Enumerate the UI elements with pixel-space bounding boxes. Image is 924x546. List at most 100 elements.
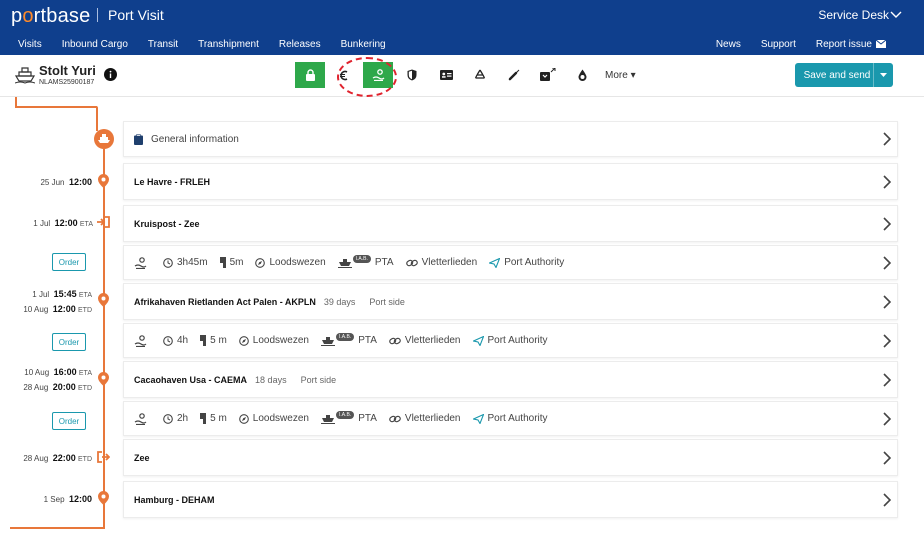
chevron-right-icon[interactable] (883, 450, 891, 465)
tool-dangerous-goods[interactable] (567, 62, 597, 88)
tag-badge: I.A.B. (335, 332, 355, 341)
authority: Port Authority (472, 413, 548, 424)
chevron-right-icon[interactable] (883, 333, 891, 348)
nav-report-issue[interactable]: Report issue (816, 39, 886, 50)
order-button[interactable]: Order (52, 253, 86, 271)
shield-icon (407, 69, 417, 81)
compass-icon (238, 335, 249, 346)
sign-out-icon (97, 451, 110, 463)
cargo-export-icon (540, 68, 556, 81)
stay-duration: 39 days (323, 296, 356, 307)
pilotage-row[interactable]: 4h 5 m Loodswezen I.A.B. PTA Vletterliede… (123, 323, 898, 358)
draught-icon (200, 413, 207, 424)
link-icon (389, 337, 401, 344)
tool-security[interactable] (397, 62, 427, 88)
chevron-right-icon[interactable] (883, 132, 891, 146)
portbase-logo[interactable]: portbase (11, 5, 90, 28)
tug-icon (337, 258, 352, 268)
tool-lock[interactable] (295, 62, 325, 88)
timeline-time: 10 Aug 16:00 ETA (24, 367, 92, 377)
clock-icon (163, 413, 173, 424)
nav-inbound-cargo[interactable]: Inbound Cargo (62, 39, 128, 50)
timeline-time: 1 Jul 15:45 ETA (32, 289, 92, 299)
port-call-title: Kruispost - Zee (134, 218, 200, 229)
port-call-row[interactable]: Hamburg - DEHAM (123, 481, 898, 518)
port-call-row[interactable]: Zee (123, 439, 898, 476)
pilot-icon (134, 334, 147, 347)
berth-side: Port side (300, 374, 337, 385)
vessel-toolbar: Stolt Yuri NLAMS25900187 More ▾ (0, 55, 924, 97)
timeline-spine (103, 149, 105, 529)
pilotage-indicator (134, 412, 151, 425)
utility-nav: News Support Report issue (716, 39, 886, 50)
authority: Port Authority (489, 257, 564, 268)
chevron-right-icon[interactable] (883, 411, 891, 426)
syringe-icon (508, 69, 520, 81)
port-call-row[interactable]: Le Havre - FRLEH (123, 163, 898, 200)
nav-transit[interactable]: Transit (148, 39, 178, 50)
draught: 5m (219, 257, 243, 268)
port-call-title: Zee (134, 452, 150, 463)
clock-icon (163, 335, 173, 346)
clipboard-icon (134, 133, 143, 145)
nav-visits[interactable]: Visits (18, 39, 42, 50)
duration: 4h (163, 335, 188, 346)
pilot-service-value: Loodswezen (269, 257, 326, 268)
draught-value: 5 m (210, 413, 227, 424)
port-call-row[interactable]: Cacaohaven Usa - CAEMA 18 days Port side (123, 361, 898, 398)
chevron-right-icon[interactable] (883, 255, 891, 270)
more-label: More (605, 69, 628, 81)
boatmen-value: Vletterlieden (404, 413, 461, 424)
sign-in-icon (97, 216, 110, 228)
tug-icon (320, 336, 335, 346)
order-button[interactable]: Order (52, 412, 86, 430)
tool-waste[interactable] (465, 62, 495, 88)
pilotage-meta: 2h 5 m Loodswezen I.A.B. PTA Vletterliede… (134, 410, 560, 425)
nav-transhipment[interactable]: Transhipment (198, 39, 259, 50)
compass-icon (255, 257, 266, 268)
tug-icon (320, 414, 335, 424)
send-icon (489, 257, 501, 268)
chevron-right-icon[interactable] (883, 492, 891, 507)
nav-support[interactable]: Support (761, 39, 796, 50)
chevron-right-icon[interactable] (883, 216, 891, 231)
caret-down-icon (880, 72, 887, 77)
pilotage-row[interactable]: 3h45m 5m Loodswezen I.A.B. PTA Vletterlie… (123, 245, 898, 280)
service-desk-menu[interactable]: Service Desk (818, 8, 889, 22)
pilotage-meta: 3h45m 5m Loodswezen I.A.B. PTA Vletterlie… (134, 254, 576, 269)
save-and-send-button[interactable]: Save and send (795, 63, 893, 87)
port-call-row[interactable]: Kruispost - Zee (123, 205, 898, 242)
nav-news[interactable]: News (716, 39, 741, 50)
timeline-time: 1 Sep 12:00 (43, 494, 92, 504)
nav-bunkering[interactable]: Bunkering (341, 39, 386, 50)
chevron-right-icon[interactable] (883, 372, 891, 387)
info-icon[interactable] (104, 68, 117, 81)
port-call-title: Cacaohaven Usa - CAEMA (134, 374, 248, 385)
timeline-time: 28 Aug 22:00 ETD (23, 453, 92, 463)
pta-value: PTA (358, 335, 377, 346)
more-menu[interactable]: More ▾ (605, 70, 636, 81)
tool-crew[interactable] (431, 62, 461, 88)
chevron-right-icon[interactable] (883, 174, 891, 189)
port-call-title: Hamburg - DEHAM (134, 494, 215, 505)
authority-value: Port Authority (487, 335, 548, 346)
nav-releases[interactable]: Releases (279, 39, 321, 50)
chevron-right-icon[interactable] (883, 294, 891, 309)
top-bar: portbase Port Visit Service Desk Visits … (0, 0, 924, 55)
save-options-dropdown[interactable] (873, 63, 893, 87)
chevron-down-icon[interactable] (890, 9, 902, 19)
pilot-service-value: Loodswezen (252, 335, 309, 346)
mail-icon (876, 40, 886, 49)
tool-health[interactable] (499, 62, 529, 88)
general-information-row[interactable]: General information (123, 121, 898, 157)
port-call-row[interactable]: Afrikahaven Rietlanden Act Palen - AKPLN… (123, 283, 898, 320)
boatmen-service: Vletterlieden (405, 257, 477, 268)
pilotage-row[interactable]: 2h 5 m Loodswezen I.A.B. PTA Vletterliede… (123, 401, 898, 436)
send-icon (472, 335, 484, 346)
order-button[interactable]: Order (52, 333, 86, 351)
drop-icon (578, 69, 586, 81)
draught: 5 m (200, 413, 227, 424)
tag-badge: I.A.B. (335, 410, 355, 419)
tool-cargo-declaration[interactable] (533, 62, 563, 88)
timeline-connector (10, 527, 105, 529)
